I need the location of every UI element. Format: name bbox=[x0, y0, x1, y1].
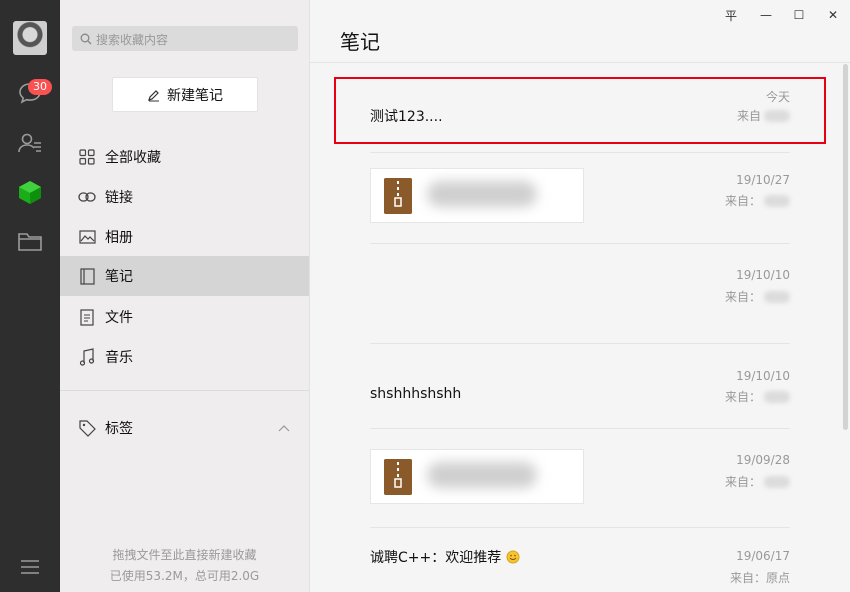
contacts-nav-button[interactable] bbox=[15, 128, 45, 158]
pin-button[interactable]: 平 bbox=[720, 6, 742, 24]
search-placeholder: 搜索收藏内容 bbox=[96, 33, 169, 47]
nav-label: 标签 bbox=[105, 421, 133, 437]
scrollbar[interactable] bbox=[843, 64, 848, 430]
music-icon bbox=[78, 348, 96, 366]
nav-label: 音乐 bbox=[105, 350, 133, 366]
grid-icon bbox=[78, 148, 96, 166]
drag-hint: 拖拽文件至此直接新建收藏 bbox=[112, 548, 257, 562]
note-icon bbox=[78, 267, 96, 285]
item-divider bbox=[370, 428, 790, 429]
hamburger-icon bbox=[21, 560, 39, 574]
avatar[interactable] bbox=[13, 21, 47, 55]
item-source: 来自： bbox=[725, 473, 790, 490]
zip-file-icon bbox=[384, 178, 412, 214]
file-icon bbox=[78, 308, 96, 326]
list-item[interactable]: 19/06/17 来自：原点 诚聘C++：欢迎推荐 bbox=[370, 547, 790, 592]
item-divider bbox=[370, 527, 790, 528]
nav-label: 链接 bbox=[105, 190, 133, 206]
list-item[interactable]: 19/10/10 来自： bbox=[370, 266, 790, 336]
item-divider bbox=[370, 152, 790, 153]
selection-highlight bbox=[334, 77, 826, 144]
list-item[interactable]: 19/10/27 来自： bbox=[370, 168, 790, 238]
file-attachment[interactable] bbox=[370, 449, 584, 504]
favorites-nav-button[interactable] bbox=[15, 177, 45, 207]
item-date: 19/09/28 bbox=[736, 453, 790, 467]
search-icon bbox=[80, 33, 92, 45]
nav-tags[interactable]: 标签 bbox=[60, 408, 309, 448]
nav-files[interactable]: 文件 bbox=[60, 297, 309, 337]
maximize-button[interactable]: ☐ bbox=[788, 6, 810, 24]
files-nav-button[interactable] bbox=[15, 226, 45, 256]
nav-label: 全部收藏 bbox=[105, 150, 161, 166]
file-attachment[interactable] bbox=[370, 168, 584, 223]
file-name-redacted bbox=[427, 462, 537, 488]
nav-notes[interactable]: 笔记 bbox=[60, 256, 309, 296]
pencil-icon bbox=[148, 89, 159, 101]
nav-all-favorites[interactable]: 全部收藏 bbox=[60, 137, 309, 177]
minimize-button[interactable]: — bbox=[755, 6, 777, 24]
storage-usage: 已使用53.2M，总可用2.0G bbox=[109, 569, 260, 583]
tag-icon bbox=[78, 419, 96, 437]
item-source: 来自： bbox=[725, 288, 790, 305]
contacts-icon bbox=[18, 133, 41, 153]
file-name-redacted bbox=[427, 181, 537, 207]
new-note-button[interactable]: 新建笔记 bbox=[112, 77, 258, 112]
chevron-up-icon[interactable] bbox=[278, 424, 290, 432]
sidebar-divider bbox=[60, 390, 309, 391]
new-note-label: 新建笔记 bbox=[167, 87, 223, 104]
item-text: shshhhshshh bbox=[370, 386, 462, 402]
link-icon bbox=[78, 188, 96, 206]
item-text: 诚聘C++：欢迎推荐 bbox=[370, 547, 520, 567]
favorites-sidebar: 搜索收藏内容 新建笔记 全部收藏 链接 相册 笔记 文件 音乐 标签 拖拽文件至… bbox=[60, 0, 310, 592]
item-date: 19/10/10 bbox=[736, 268, 790, 282]
cube-icon bbox=[19, 181, 41, 204]
nav-label: 相册 bbox=[105, 230, 133, 246]
nav-label: 笔记 bbox=[105, 269, 133, 285]
image-icon bbox=[78, 228, 96, 246]
item-divider bbox=[370, 243, 790, 244]
nav-label: 文件 bbox=[105, 310, 133, 326]
close-button[interactable]: ✕ bbox=[822, 6, 844, 24]
item-date: 19/10/10 bbox=[736, 369, 790, 383]
unread-badge: 30 bbox=[28, 79, 52, 95]
item-date: 19/10/27 bbox=[736, 173, 790, 187]
icon-bar: 30 bbox=[0, 0, 60, 592]
item-divider bbox=[370, 343, 790, 344]
item-source: 来自：原点 bbox=[729, 571, 790, 585]
item-date: 19/06/17 bbox=[736, 549, 790, 563]
nav-links[interactable]: 链接 bbox=[60, 177, 309, 217]
search-input[interactable]: 搜索收藏内容 bbox=[72, 26, 298, 51]
smile-emoji-icon bbox=[506, 550, 520, 564]
item-source: 来自： bbox=[725, 192, 790, 209]
list-item[interactable]: 19/10/10 来自： shshhhshshh bbox=[370, 367, 790, 423]
nav-music[interactable]: 音乐 bbox=[60, 337, 309, 377]
item-source: 来自： bbox=[725, 388, 790, 405]
nav-album[interactable]: 相册 bbox=[60, 217, 309, 257]
menu-button[interactable] bbox=[15, 552, 45, 582]
header-divider bbox=[310, 62, 850, 63]
page-title: 笔记 bbox=[340, 30, 380, 54]
folder-icon bbox=[18, 233, 42, 251]
zip-file-icon bbox=[384, 459, 412, 495]
list-item[interactable]: 19/09/28 来自： bbox=[370, 449, 790, 519]
